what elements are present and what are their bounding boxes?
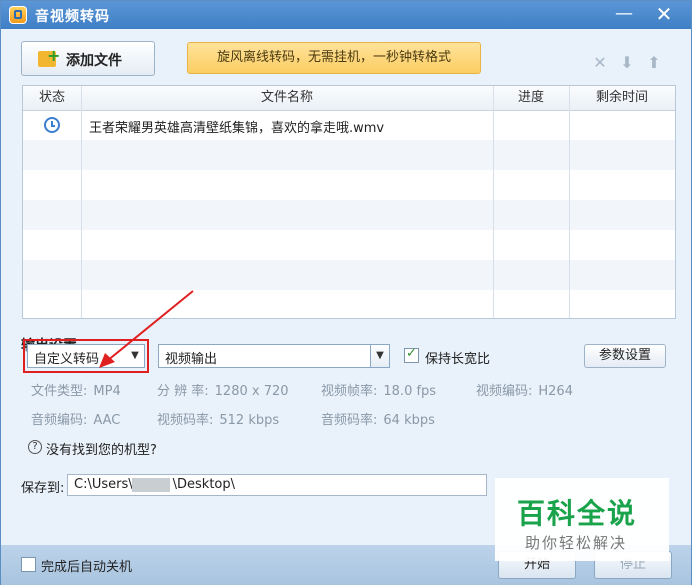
watermark: 百科全说 助你轻松解决 (495, 478, 669, 561)
auto-shutdown-label[interactable]: 完成后自动关机 (41, 556, 132, 575)
watermark-subtitle: 助你轻松解决 (525, 534, 628, 552)
app-window: 音视频转码 — ✕ 添加文件 旋风离线转码，无需挂机，一秒钟转格式 ✕ ⬇ ⬆ … (0, 0, 692, 585)
watermark-title: 百科全说 (517, 497, 638, 530)
auto-shutdown-checkbox[interactable] (21, 557, 36, 572)
